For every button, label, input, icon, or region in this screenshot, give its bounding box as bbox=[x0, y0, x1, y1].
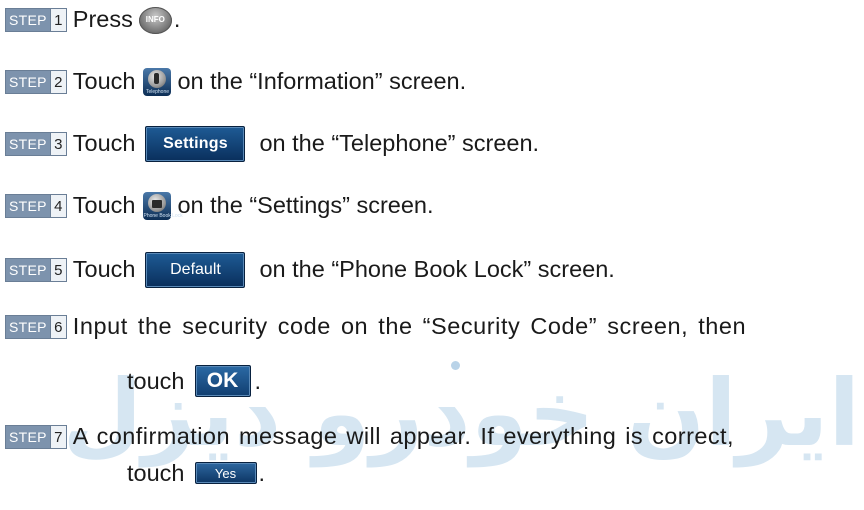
step-label: STEP bbox=[6, 426, 50, 448]
step-7-continuation: touch Yes . bbox=[127, 456, 265, 490]
settings-button-image: Settings bbox=[145, 126, 246, 162]
icon-caption: Phone Book Lock bbox=[143, 213, 183, 219]
step-number: 2 bbox=[49, 71, 66, 93]
info-button-icon: INFO bbox=[138, 6, 172, 34]
yes-button-image: Yes bbox=[194, 462, 257, 484]
icon-caption: Telephone bbox=[145, 89, 170, 95]
telephone-icon: Telephone bbox=[143, 68, 172, 96]
step-text: on the “Telephone” screen. bbox=[259, 130, 540, 157]
step-label: STEP bbox=[6, 133, 50, 155]
step-text: Touch bbox=[72, 130, 136, 157]
step-3: STEP 3 Touch Settings on the “Telephone”… bbox=[0, 126, 540, 162]
step-1: STEP 1 Press INFO . bbox=[0, 3, 180, 37]
step-label: STEP bbox=[6, 9, 50, 31]
step-badge: STEP 2 bbox=[5, 70, 67, 94]
step-text: on the “Information” screen. bbox=[177, 68, 467, 95]
step-2: STEP 2 Touch Telephone on the “Informati… bbox=[0, 65, 466, 99]
step-7: STEP 7 A confirmation message will appea… bbox=[0, 420, 734, 454]
step-text: Touch bbox=[72, 68, 136, 95]
step-4: STEP 4 Touch Phone Book Lock on the “Set… bbox=[0, 189, 434, 223]
step-number: 7 bbox=[49, 426, 66, 448]
step-number: 6 bbox=[49, 316, 66, 338]
step-text: A confirmation message will appear. If e… bbox=[72, 423, 735, 450]
step-label: STEP bbox=[6, 195, 50, 217]
step-label: STEP bbox=[6, 259, 50, 281]
step-text: on the “Settings” screen. bbox=[177, 192, 434, 219]
step-text: Press bbox=[72, 6, 133, 33]
step-text: Input the security code on the “Security… bbox=[72, 313, 747, 340]
step-number: 5 bbox=[49, 259, 66, 281]
step-text: touch bbox=[127, 367, 185, 394]
step-badge: STEP 5 bbox=[5, 258, 67, 282]
watermark-dot bbox=[451, 361, 460, 370]
step-6: STEP 6 Input the security code on the “S… bbox=[0, 310, 746, 344]
step-number: 1 bbox=[49, 9, 66, 31]
step-text: . bbox=[254, 367, 262, 394]
step-label: STEP bbox=[6, 71, 50, 93]
default-button-image: Default bbox=[145, 252, 246, 288]
step-text: Touch bbox=[72, 192, 136, 219]
phone-book-lock-icon: Phone Book Lock bbox=[143, 192, 183, 220]
step-text: Touch bbox=[72, 256, 136, 283]
step-badge: STEP 7 bbox=[5, 425, 67, 449]
step-number: 4 bbox=[49, 195, 66, 217]
step-text: on the “Phone Book Lock” screen. bbox=[259, 256, 615, 283]
step-5: STEP 5 Touch Default on the “Phone Book … bbox=[0, 252, 615, 288]
step-text: . bbox=[173, 6, 181, 33]
ok-button-image: OK bbox=[194, 365, 251, 397]
step-badge: STEP 6 bbox=[5, 315, 67, 339]
step-badge: STEP 1 bbox=[5, 8, 67, 32]
step-text: touch bbox=[127, 459, 185, 486]
step-number: 3 bbox=[49, 133, 66, 155]
step-6-continuation: touch OK . bbox=[127, 364, 261, 398]
step-badge: STEP 4 bbox=[5, 194, 67, 218]
step-badge: STEP 3 bbox=[5, 132, 67, 156]
step-label: STEP bbox=[6, 316, 50, 338]
step-text: . bbox=[258, 459, 266, 486]
